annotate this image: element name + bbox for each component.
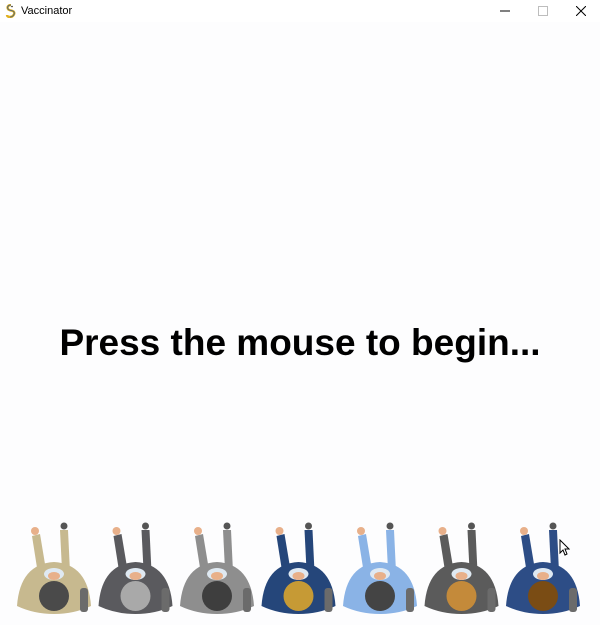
maximize-button[interactable] bbox=[524, 0, 562, 22]
close-button[interactable] bbox=[562, 0, 600, 22]
mouse-cursor-icon bbox=[559, 539, 570, 556]
person-figure bbox=[343, 522, 417, 614]
title-bar[interactable]: Vaccinator bbox=[0, 0, 600, 22]
person-figure bbox=[506, 522, 580, 614]
minimize-icon bbox=[500, 10, 510, 12]
person-figure bbox=[17, 522, 91, 614]
person-figure bbox=[261, 522, 336, 614]
window-title: Vaccinator bbox=[21, 5, 73, 17]
person-figure bbox=[424, 522, 499, 614]
start-prompt: Press the mouse to begin... bbox=[59, 322, 541, 363]
person-figure bbox=[180, 522, 254, 614]
minimize-button[interactable] bbox=[486, 0, 524, 22]
pygame-snake-icon bbox=[5, 4, 16, 18]
maximize-icon bbox=[538, 6, 548, 16]
game-window: Vaccinator Press the mouse to begin... bbox=[0, 0, 600, 625]
crowd-of-people bbox=[17, 522, 580, 614]
close-icon bbox=[576, 6, 586, 16]
window-controls bbox=[486, 0, 600, 22]
person-figure bbox=[98, 522, 173, 614]
